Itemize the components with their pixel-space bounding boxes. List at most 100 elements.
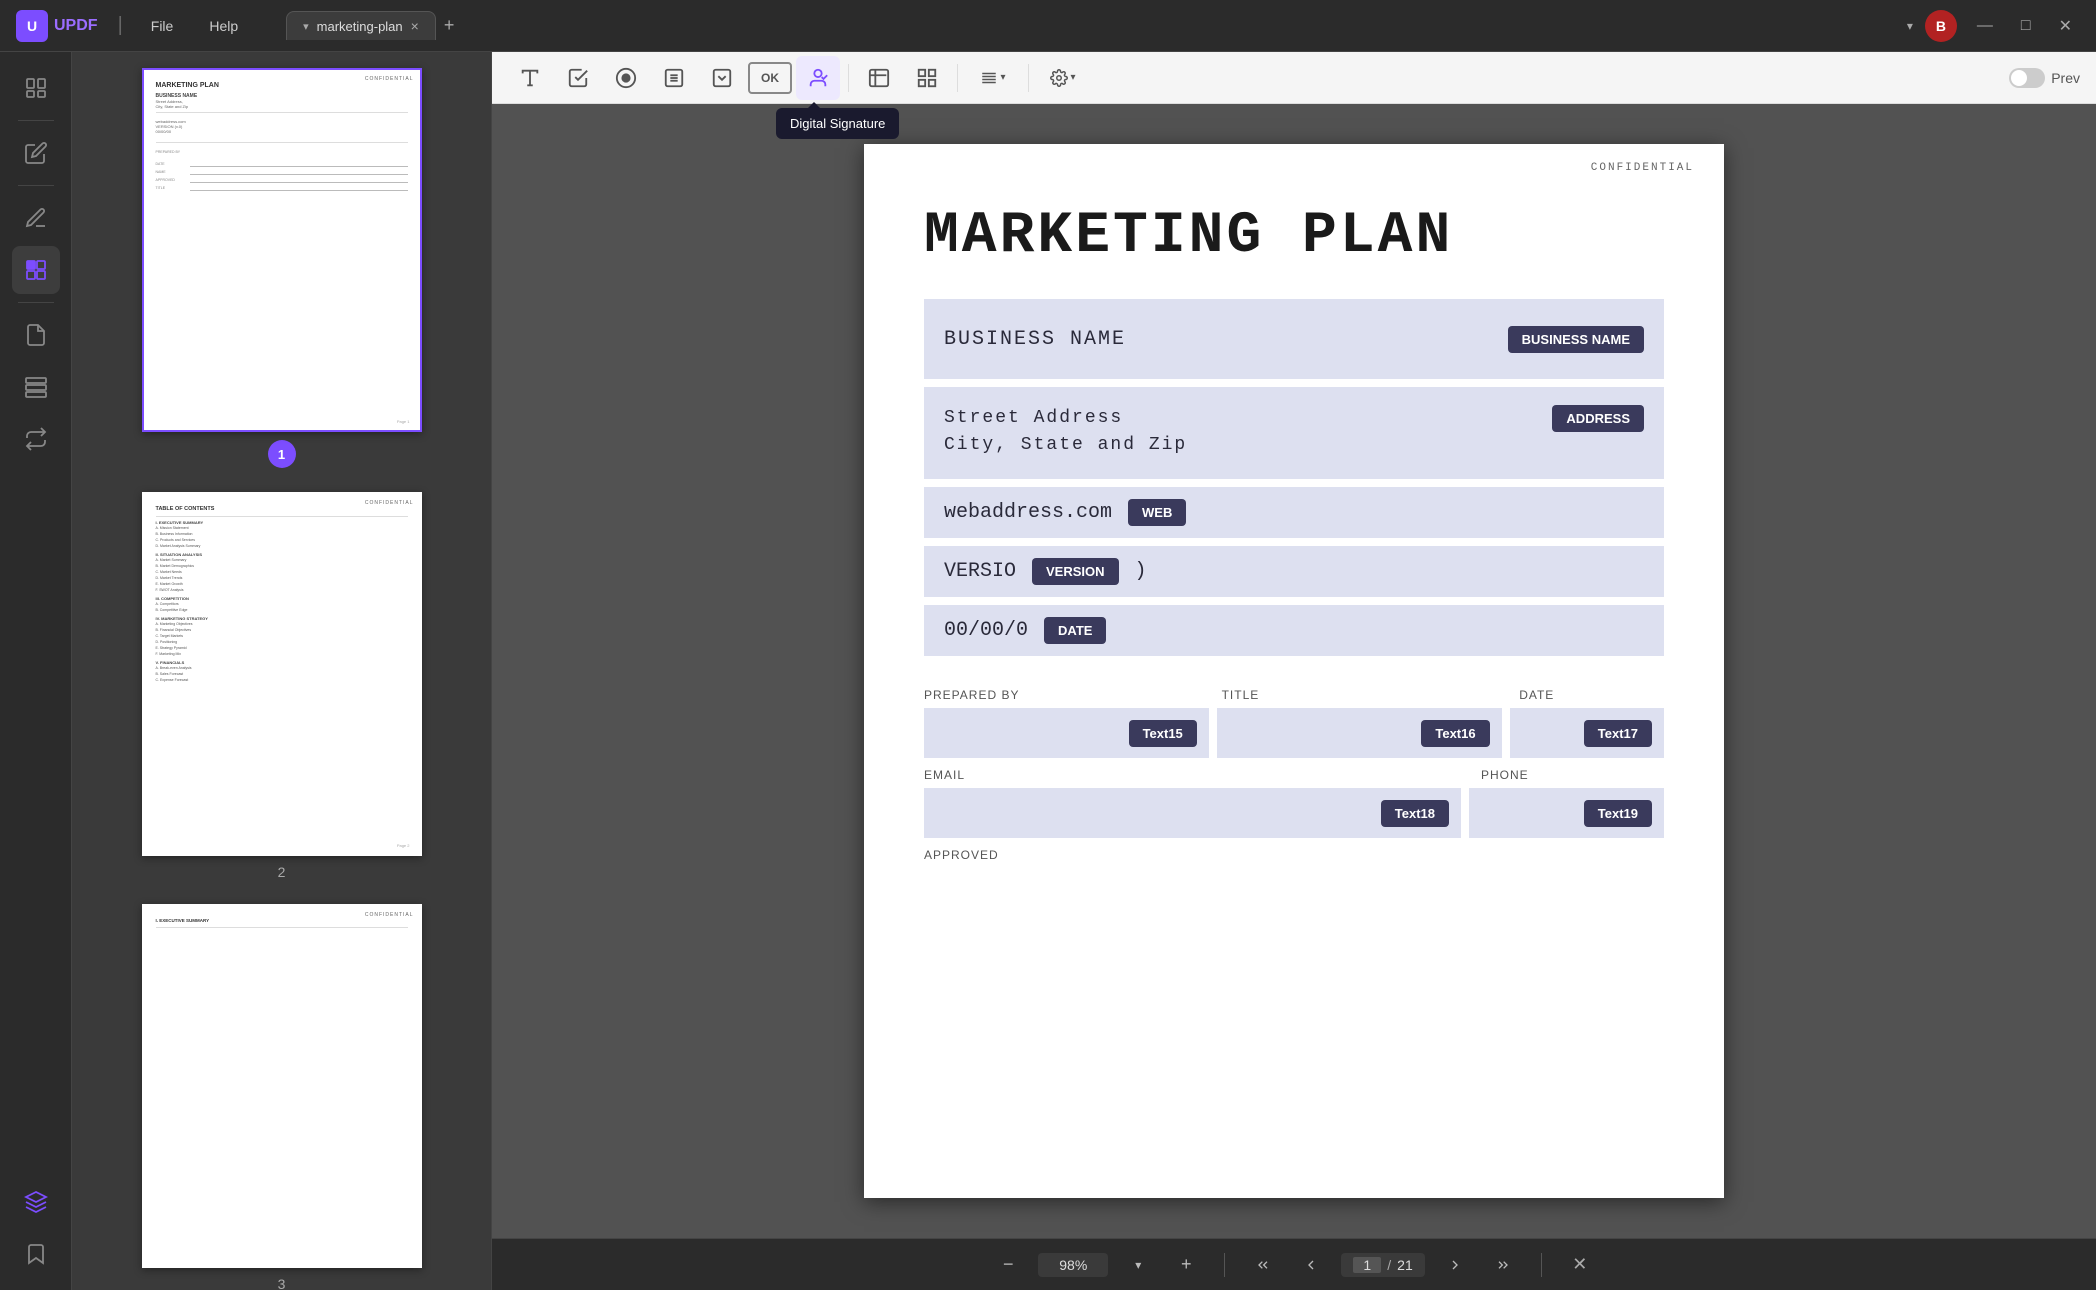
text18-badge[interactable]: Text18	[1381, 800, 1449, 827]
thumb2-confidential: CONFIDENTIAL	[365, 500, 414, 506]
version-badge[interactable]: VERSION	[1032, 558, 1119, 585]
version-row: VERSIO VERSION )	[924, 546, 1664, 597]
grid-tool-btn[interactable]	[905, 56, 949, 100]
tabs-chevron[interactable]: ▾	[1907, 19, 1913, 33]
user-avatar[interactable]: B	[1925, 10, 1957, 42]
toolbar-sep-2	[957, 64, 958, 92]
content-wrapper: OK Digital Signature	[492, 52, 2096, 1290]
toolbar: OK Digital Signature	[492, 52, 2096, 104]
thumb3-content: I. EXECUTIVE SUMMARY	[144, 906, 420, 1266]
web-badge[interactable]: WEB	[1128, 499, 1186, 526]
go-first-btn[interactable]	[1245, 1247, 1281, 1283]
new-tab-btn[interactable]: +	[444, 15, 455, 36]
title-separator: |	[118, 14, 123, 37]
prev-toggle-switch[interactable]	[2009, 68, 2045, 88]
go-last-btn[interactable]	[1485, 1247, 1521, 1283]
date-badge[interactable]: DATE	[1044, 617, 1106, 644]
address-badge[interactable]: ADDRESS	[1552, 405, 1644, 432]
bottom-toolbar: − 98% ▾ + / 21	[492, 1238, 2096, 1290]
text19-badge[interactable]: Text19	[1584, 800, 1652, 827]
text15-badge[interactable]: Text15	[1129, 720, 1197, 747]
form-recognize-btn[interactable]	[857, 56, 901, 100]
thumb-page-3[interactable]: CONFIDENTIAL I. EXECUTIVE SUMMARY	[142, 904, 422, 1268]
email-header: EMAIL	[924, 766, 1473, 784]
tab-close-btn[interactable]: ×	[411, 18, 419, 34]
page-input[interactable]	[1353, 1257, 1381, 1273]
text17-cell[interactable]: Text17	[1510, 708, 1664, 758]
zoom-dropdown-btn[interactable]: ▾	[1120, 1247, 1156, 1283]
version-text: VERSIO	[944, 560, 1016, 583]
business-name-badge[interactable]: BUSINESS NAME	[1508, 326, 1644, 353]
thumb-item-2[interactable]: CONFIDENTIAL TABLE OF CONTENTS I. EXECUT…	[88, 492, 475, 880]
pdf-content-area: CONFIDENTIAL MARKETING PLAN BUSINESS NAM…	[492, 104, 2096, 1238]
page-sep: /	[1387, 1257, 1391, 1273]
go-next-btn[interactable]	[1437, 1247, 1473, 1283]
text19-cell[interactable]: Text19	[1469, 788, 1664, 838]
form-table: PREPARED BY TITLE DATE Text15	[924, 686, 1664, 864]
main-layout: CONFIDENTIAL MARKETING PLAN BUSINESS NAM…	[0, 52, 2096, 1290]
tab-area: ▾ marketing-plan × +	[286, 11, 454, 40]
minimize-btn[interactable]: —	[1969, 13, 2001, 39]
version-suffix: )	[1135, 560, 1147, 583]
tab-title: marketing-plan	[317, 19, 403, 34]
prev-label: Prev	[2051, 70, 2080, 86]
thumb1-number: 1	[268, 440, 296, 468]
titlebar: U UPDF | File Help ▾ marketing-plan × + …	[0, 0, 2096, 52]
radio-tool-btn[interactable]	[604, 56, 648, 100]
toolbar-sep-1	[848, 64, 849, 92]
sidebar-icon-organize[interactable]	[12, 363, 60, 411]
title-header: TITLE	[1222, 686, 1512, 704]
business-name-row: BUSINESS NAME BUSINESS NAME	[924, 299, 1664, 379]
sidebar-icon-bookmark[interactable]	[12, 1230, 60, 1278]
text17-badge[interactable]: Text17	[1584, 720, 1652, 747]
zoom-in-btn[interactable]: +	[1168, 1247, 1204, 1283]
sidebar-icon-convert[interactable]	[12, 415, 60, 463]
settings-tool-btn[interactable]: ▾	[1037, 56, 1089, 100]
thumb2-content: TABLE OF CONTENTS I. EXECUTIVE SUMMARY A…	[144, 494, 420, 854]
text18-cell[interactable]: Text18	[924, 788, 1461, 838]
thumb1-confidential: CONFIDENTIAL	[365, 76, 414, 82]
sidebar-icon-annotate[interactable]	[12, 194, 60, 242]
sidebar-icon-pages[interactable]	[12, 311, 60, 359]
approved-header: APPROVED	[924, 846, 1664, 864]
prepared-by-header: PREPARED BY	[924, 686, 1214, 704]
active-tab[interactable]: ▾ marketing-plan ×	[286, 11, 436, 40]
total-pages: 21	[1397, 1257, 1413, 1273]
window-controls: ▾ B — □ ✕	[1907, 10, 2080, 42]
signature-tool-btn[interactable]	[796, 56, 840, 100]
page-confidential-label: CONFIDENTIAL	[1591, 162, 1694, 174]
business-name-text: BUSINESS NAME	[944, 328, 1492, 351]
list-tool-btn[interactable]	[652, 56, 696, 100]
date-row: 00/00/0 DATE	[924, 605, 1664, 656]
close-bottom-btn[interactable]: ✕	[1562, 1247, 1598, 1283]
sidebar-icon-thumbnail[interactable]	[12, 64, 60, 112]
go-prev-btn[interactable]	[1293, 1247, 1329, 1283]
email-phone-row: Text18 Text19	[924, 788, 1664, 838]
web-text: webaddress.com	[944, 501, 1112, 524]
text15-cell[interactable]: Text15	[924, 708, 1209, 758]
zoom-out-btn[interactable]: −	[990, 1247, 1026, 1283]
help-menu[interactable]: Help	[201, 14, 246, 38]
thumb-page-2[interactable]: CONFIDENTIAL TABLE OF CONTENTS I. EXECUT…	[142, 492, 422, 856]
sidebar-icon-edit[interactable]	[12, 129, 60, 177]
zoom-display: 98%	[1038, 1253, 1108, 1277]
thumb-item-1[interactable]: CONFIDENTIAL MARKETING PLAN BUSINESS NAM…	[88, 68, 475, 468]
file-menu[interactable]: File	[143, 14, 182, 38]
toolbar-right: Prev	[2009, 68, 2080, 88]
sidebar-icon-forms[interactable]	[12, 246, 60, 294]
sidebar-sep-3	[18, 302, 54, 303]
text16-badge[interactable]: Text16	[1421, 720, 1489, 747]
text-tool-btn[interactable]	[508, 56, 552, 100]
close-btn[interactable]: ✕	[2051, 12, 2080, 40]
button-tool-btn[interactable]: OK	[748, 62, 792, 94]
main-title: MARKETING PLAN	[924, 204, 1664, 269]
thumb-item-3[interactable]: CONFIDENTIAL I. EXECUTIVE SUMMARY 3	[88, 904, 475, 1290]
sidebar-icon-layers[interactable]	[12, 1178, 60, 1226]
text16-cell[interactable]: Text16	[1217, 708, 1502, 758]
thumb3-confidential: CONFIDENTIAL	[365, 912, 414, 918]
maximize-btn[interactable]: □	[2013, 13, 2039, 39]
thumb-page-1[interactable]: CONFIDENTIAL MARKETING PLAN BUSINESS NAM…	[142, 68, 422, 432]
checkbox-tool-btn[interactable]	[556, 56, 600, 100]
combo-tool-btn[interactable]	[700, 56, 744, 100]
align-tool-btn[interactable]: ▾	[966, 56, 1020, 100]
